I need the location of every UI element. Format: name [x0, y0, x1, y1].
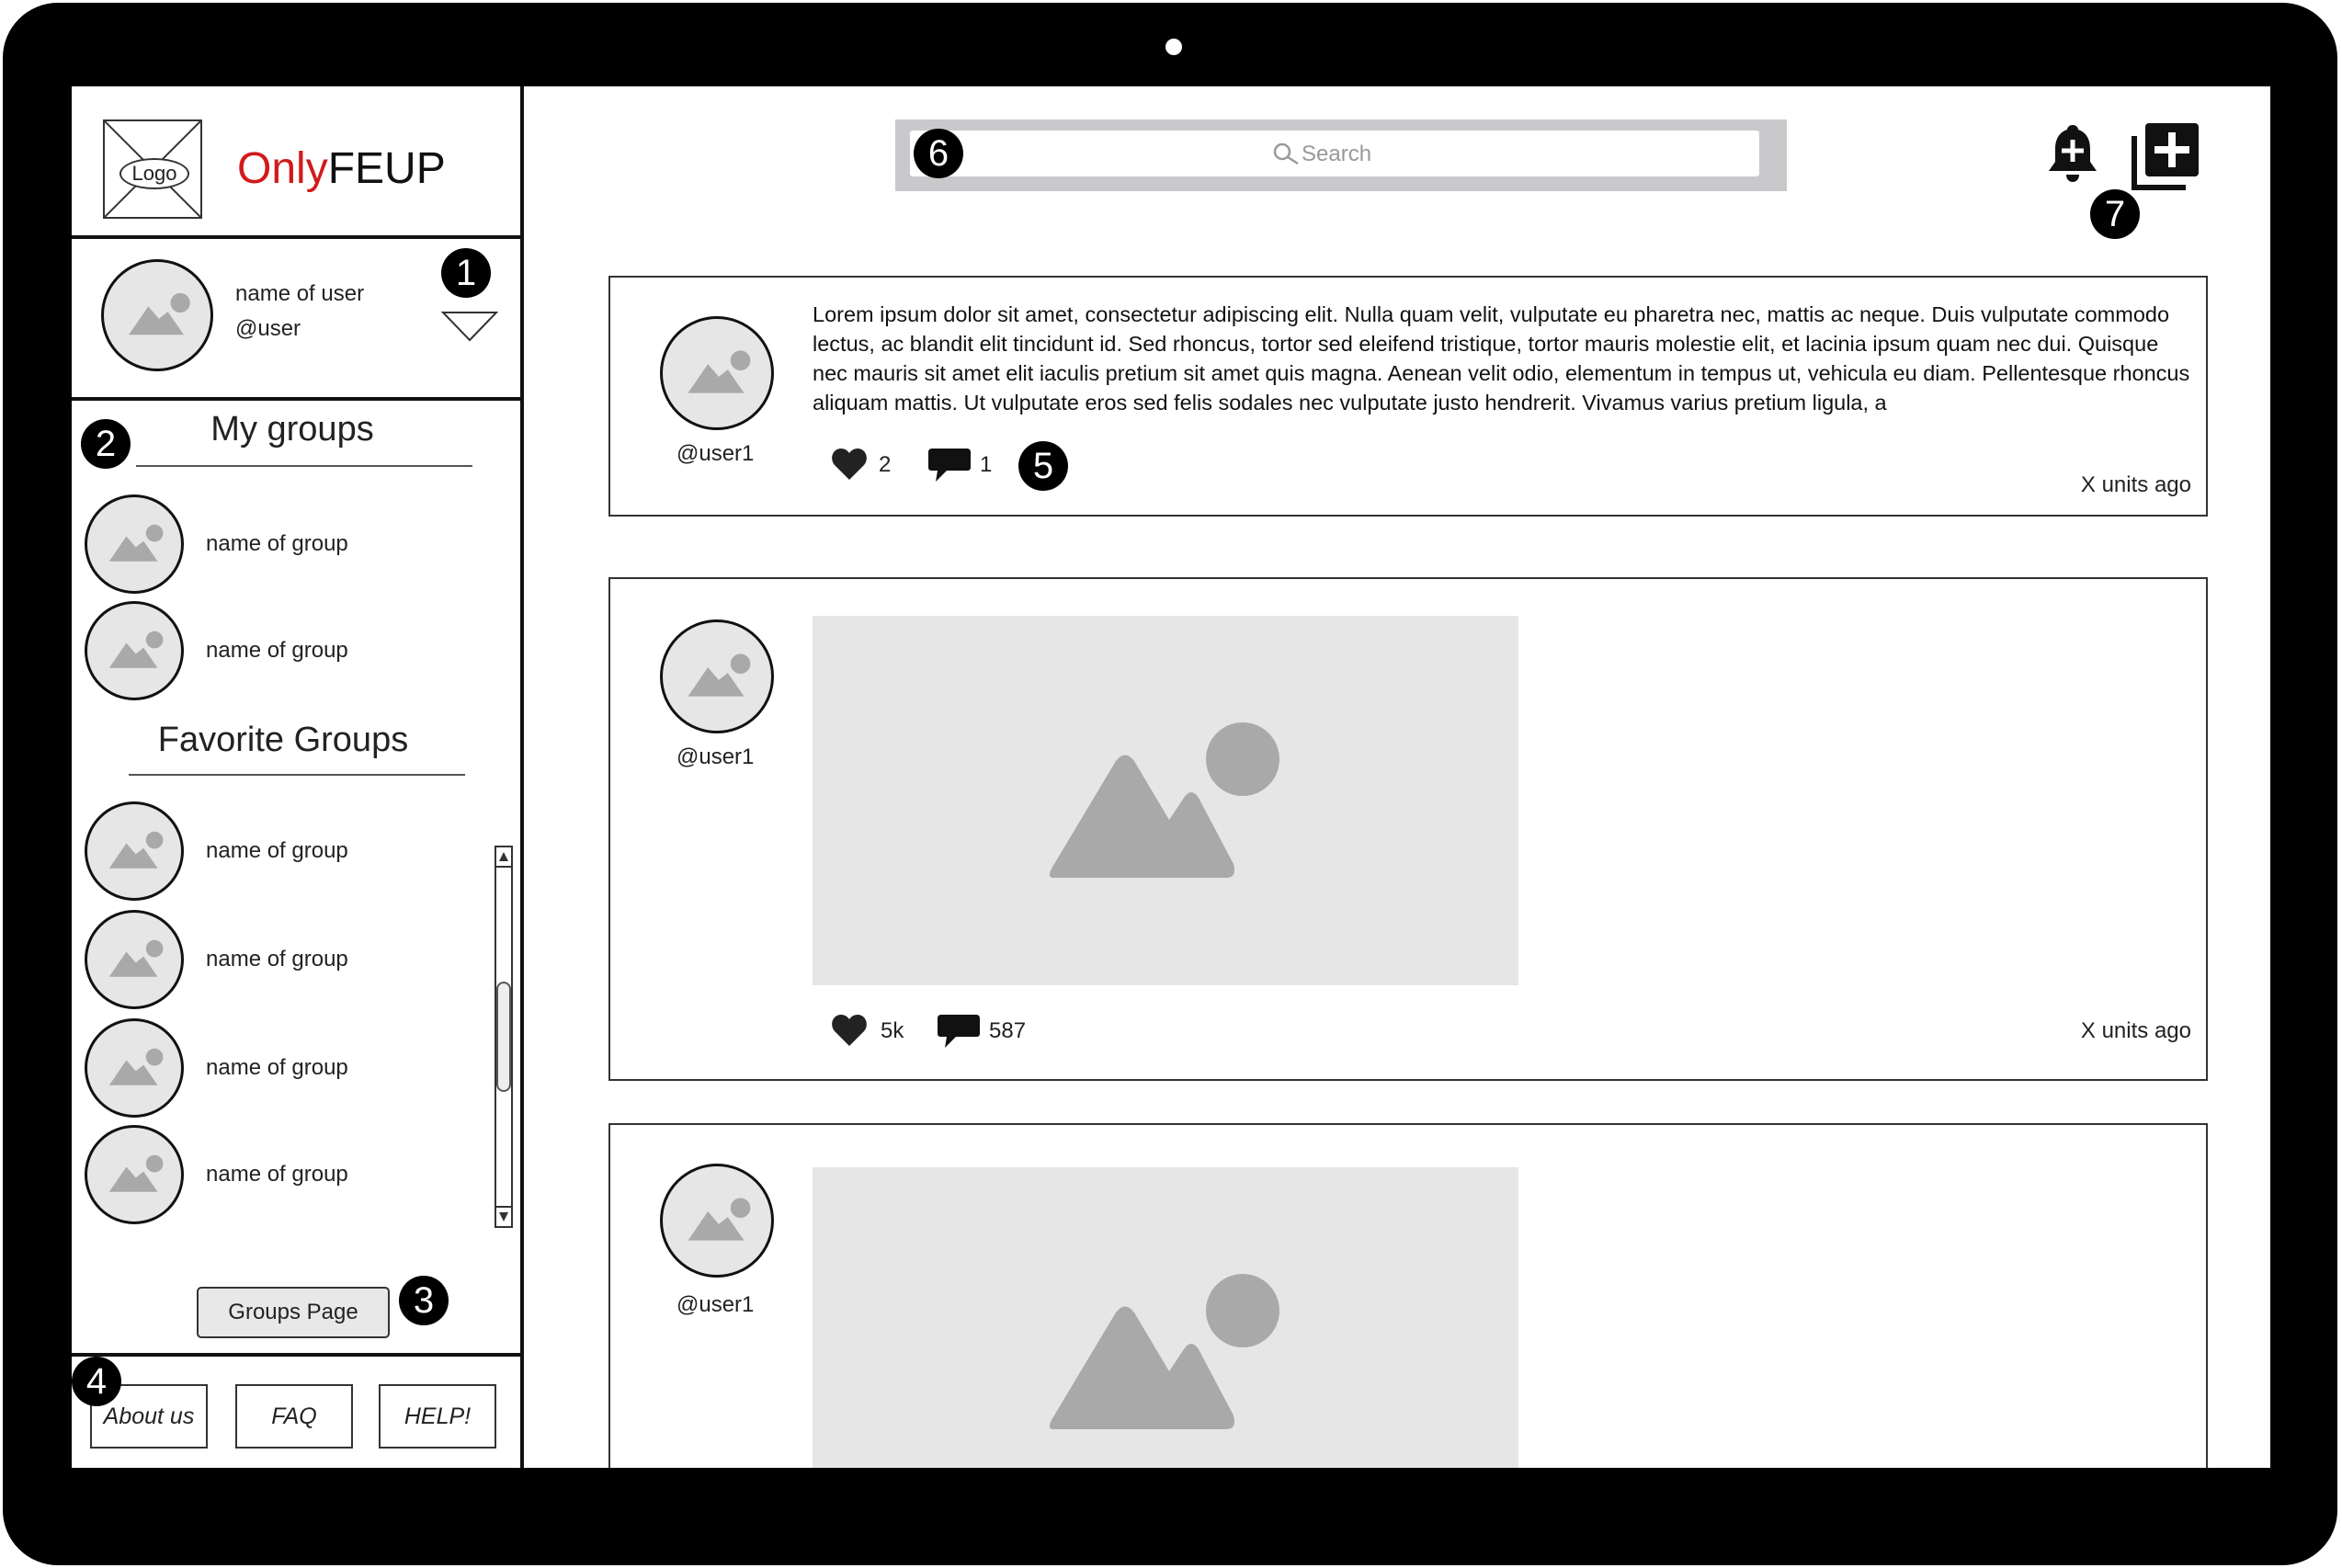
group-name: name of group [206, 838, 348, 863]
image-placeholder-icon [1049, 1274, 1279, 1429]
favorite-groups-scrollbar[interactable] [495, 846, 513, 1228]
scroll-up-button[interactable] [496, 847, 511, 868]
group-name: name of group [206, 531, 348, 556]
brand-header: Logo OnlyFEUP [72, 86, 520, 239]
logo-label: Logo [119, 158, 189, 189]
group-avatar [85, 910, 184, 1009]
help-button[interactable]: HELP! [379, 1384, 496, 1449]
post-author-handle[interactable]: @user1 [676, 441, 754, 467]
heart-icon[interactable] [831, 447, 868, 482]
post-image[interactable] [813, 1167, 1518, 1468]
arrow-down-icon [499, 1212, 508, 1221]
marker-1: 1 [441, 248, 491, 298]
marker-3: 3 [399, 1276, 449, 1325]
favorite-group-item[interactable]: name of group [85, 1018, 379, 1118]
image-placeholder-icon [108, 939, 164, 977]
post-author-avatar[interactable] [660, 1164, 774, 1278]
image-placeholder-icon [129, 292, 190, 335]
comment-count: 1 [980, 452, 993, 477]
group-name: name of group [206, 638, 348, 663]
add-post-icon[interactable] [2131, 121, 2200, 191]
image-placeholder-icon [108, 1048, 164, 1085]
marker-5: 5 [1018, 441, 1068, 491]
post-author-handle[interactable]: @user1 [676, 744, 754, 770]
app-name-part1: Only [237, 144, 328, 193]
logo[interactable]: Logo [103, 119, 202, 219]
comment-icon[interactable] [927, 447, 972, 483]
chevron-down-icon[interactable] [441, 311, 498, 342]
group-avatar [85, 1125, 184, 1224]
group-avatar [85, 1018, 184, 1118]
search-input[interactable]: Search [910, 131, 1759, 176]
post-timestamp: X units ago [2080, 1018, 2191, 1043]
divider [129, 774, 465, 776]
bell-plus-icon[interactable] [2044, 121, 2101, 187]
post-card[interactable]: @user1 [608, 1123, 2208, 1468]
comment-count: 587 [989, 1018, 1027, 1043]
search-icon [1273, 142, 1299, 165]
sidebar: Logo OnlyFEUP name of user @user 1 2 My … [72, 86, 524, 1468]
image-placeholder-icon [688, 653, 751, 697]
scroll-down-button[interactable] [496, 1206, 511, 1226]
faq-button[interactable]: FAQ [235, 1384, 353, 1449]
favorite-group-item[interactable]: name of group [85, 801, 379, 901]
group-name: name of group [206, 947, 348, 971]
marker-2: 2 [81, 419, 131, 469]
marker-7: 7 [2090, 189, 2140, 239]
image-placeholder-icon [688, 350, 751, 393]
image-placeholder-icon [108, 631, 164, 668]
post-card[interactable]: @user1 5k 587 X units ago [608, 577, 2208, 1081]
image-placeholder-icon [108, 831, 164, 869]
image-placeholder-icon [108, 524, 164, 562]
marker-6: 6 [914, 129, 963, 178]
my-groups-title: My groups [210, 410, 374, 449]
search-bar: Search [895, 119, 1787, 191]
heart-icon[interactable] [831, 1013, 868, 1048]
search-placeholder: Search [1302, 142, 1372, 166]
group-avatar [85, 601, 184, 700]
post-timestamp: X units ago [2080, 472, 2191, 497]
app-name: OnlyFEUP [237, 143, 446, 194]
user-name: name of user [235, 281, 365, 306]
group-avatar [85, 801, 184, 901]
scroll-thumb[interactable] [496, 982, 511, 1092]
like-count: 2 [879, 452, 892, 477]
post-author-avatar[interactable] [660, 619, 774, 733]
marker-4: 4 [72, 1357, 121, 1406]
group-name: name of group [206, 1162, 348, 1187]
my-group-item[interactable]: name of group [85, 601, 379, 700]
user-handle: @user [235, 316, 301, 341]
post-image[interactable] [813, 616, 1518, 985]
image-placeholder-icon [1049, 722, 1279, 878]
app-screen: Logo OnlyFEUP name of user @user 1 2 My … [72, 86, 2270, 1468]
group-avatar [85, 494, 184, 594]
camera-dot [1165, 39, 1182, 55]
favorite-group-item[interactable]: name of group [85, 910, 379, 1009]
divider [136, 465, 472, 467]
image-placeholder-icon [688, 1198, 751, 1241]
post-card[interactable]: @user1 Lorem ipsum dolor sit amet, conse… [608, 276, 2208, 517]
comment-icon[interactable] [936, 1013, 982, 1050]
favorite-groups-title: Favorite Groups [157, 721, 409, 759]
group-name: name of group [206, 1055, 348, 1080]
post-author-handle[interactable]: @user1 [676, 1292, 754, 1318]
my-group-item[interactable]: name of group [85, 494, 379, 594]
groups-page-button[interactable]: Groups Page [197, 1287, 390, 1338]
user-avatar[interactable] [101, 259, 213, 371]
favorite-group-item[interactable]: name of group [85, 1125, 379, 1224]
user-panel: name of user @user 1 [72, 235, 520, 401]
arrow-up-icon [499, 852, 508, 861]
like-count: 5k [881, 1018, 904, 1043]
image-placeholder-icon [108, 1154, 164, 1192]
post-author-avatar[interactable] [660, 316, 774, 430]
app-name-part2: FEUP [327, 144, 446, 193]
post-text: Lorem ipsum dolor sit amet, consectetur … [813, 302, 2190, 415]
sidebar-footer: About us FAQ HELP! 4 [72, 1353, 520, 1468]
